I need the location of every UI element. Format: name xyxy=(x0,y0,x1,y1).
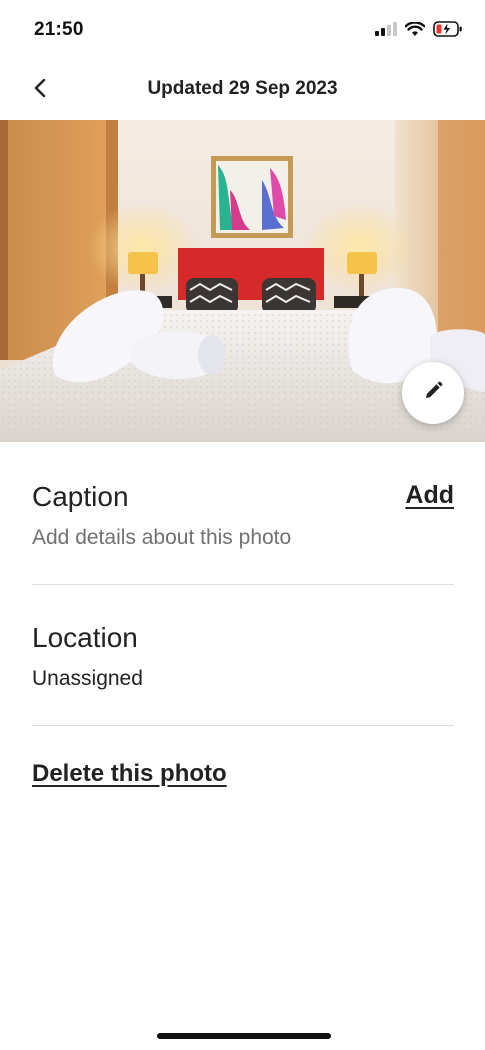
nav-bar: Updated 29 Sep 2023 xyxy=(0,60,485,120)
status-bar: 21:50 xyxy=(0,0,485,60)
add-caption-link[interactable]: Add xyxy=(405,481,454,510)
status-icons xyxy=(375,20,463,42)
wifi-icon xyxy=(404,20,426,42)
location-heading: Location xyxy=(32,622,138,653)
delete-photo-link[interactable]: Delete this photo xyxy=(32,760,227,788)
caption-heading: Caption xyxy=(32,481,129,512)
caption-placeholder: Add details about this photo xyxy=(32,526,292,549)
battery-charging-icon xyxy=(433,21,463,42)
signal-icon xyxy=(375,22,397,41)
location-value[interactable]: Unassigned xyxy=(32,667,143,691)
page-title: Updated 29 Sep 2023 xyxy=(147,78,338,99)
status-time: 21:50 xyxy=(34,19,84,40)
edit-photo-button[interactable] xyxy=(402,362,464,424)
home-indicator xyxy=(157,1033,331,1039)
pencil-icon xyxy=(423,381,443,406)
divider xyxy=(32,725,454,726)
divider xyxy=(32,584,454,585)
